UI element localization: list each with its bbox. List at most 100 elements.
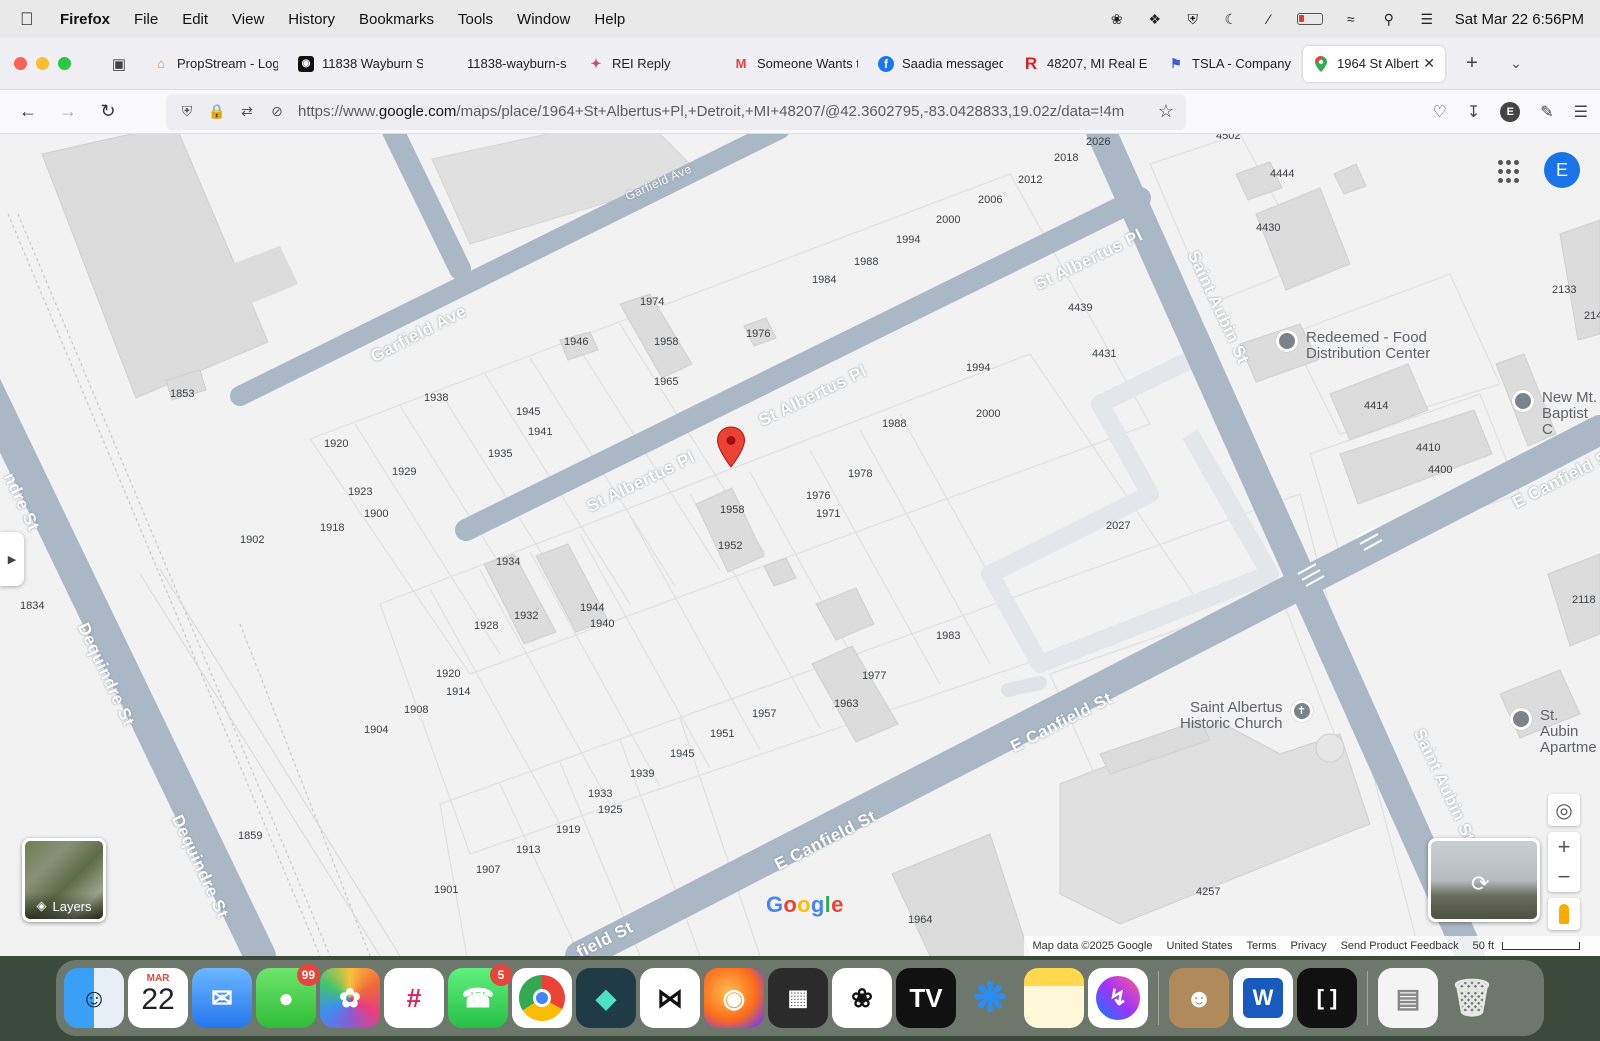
list-all-tabs-chevron-icon[interactable]: ⌄	[1501, 55, 1531, 72]
chatgpt-status-icon[interactable]: ❀	[1107, 10, 1127, 28]
poi-redeemed-food-distribution[interactable]: Redeemed - Food Distribution Center	[1276, 330, 1430, 362]
back-button[interactable]: ←	[10, 96, 46, 128]
menu-app-firefox[interactable]: Firefox	[60, 11, 110, 28]
moon-icon[interactable]: ☾	[1221, 10, 1241, 28]
permissions-icon[interactable]: ⇄	[238, 103, 256, 120]
chatgpt-icon: ❀	[851, 982, 873, 1013]
dock-chrome[interactable]	[512, 968, 572, 1028]
scale-label[interactable]: 50 ft	[1473, 940, 1494, 952]
tab-google-maps-active[interactable]: 1964 St Albert ✕	[1303, 45, 1445, 82]
account-icon[interactable]: E	[1500, 101, 1521, 122]
account-avatar[interactable]: E	[1544, 152, 1580, 188]
menu-window[interactable]: Window	[517, 11, 570, 28]
dock-slack[interactable]: #	[384, 968, 444, 1028]
extensions-icon[interactable]: ✎	[1540, 102, 1553, 122]
menu-file[interactable]: File	[134, 11, 158, 28]
close-window-button[interactable]	[14, 57, 27, 70]
tradingview-icon: TV	[909, 982, 943, 1013]
pocket-icon[interactable]: ♡	[1433, 102, 1447, 122]
apple-icon[interactable]: 	[20, 9, 42, 30]
tab-realtor[interactable]: R 48207, MI Real E	[1013, 46, 1158, 82]
google-apps-grid-icon[interactable]	[1498, 160, 1522, 184]
tab-wayburn[interactable]: ◉ 11838 Wayburn S	[288, 46, 433, 82]
tab-propstream[interactable]: ⌂ PropStream - Log	[143, 46, 288, 82]
dock-notes[interactable]	[1024, 968, 1084, 1028]
menu-help[interactable]: Help	[594, 11, 625, 28]
dropbox-status-icon[interactable]: ❖	[1145, 10, 1165, 28]
dock-mail[interactable]: ✉	[192, 968, 252, 1028]
address-number: 1920	[324, 438, 349, 450]
downloads-icon[interactable]: ↧	[1467, 102, 1480, 122]
dock-trash[interactable]: 🗑	[1442, 968, 1502, 1028]
tab-rei-reply[interactable]: ✦ REI Reply	[578, 46, 723, 82]
address-number: 4400	[1428, 464, 1453, 476]
poi-label-line: Distribution Center	[1306, 345, 1431, 362]
send-feedback-link[interactable]: Send Product Feedback	[1341, 940, 1459, 952]
country-link[interactable]: United States	[1167, 940, 1233, 952]
collapse-side-panel-button[interactable]: ▶	[0, 532, 24, 586]
control-center-icon[interactable]: ☰	[1417, 10, 1437, 28]
minimize-window-button[interactable]	[36, 57, 49, 70]
dock-calculator[interactable]: ▦	[768, 968, 828, 1028]
street-view-thumbnail[interactable]: ⟳	[1428, 838, 1540, 922]
menu-edit[interactable]: Edit	[182, 11, 208, 28]
pegman-street-view-button[interactable]	[1548, 898, 1580, 930]
dock-photos[interactable]: ✿	[320, 968, 380, 1028]
selected-location-pin-icon[interactable]	[716, 426, 746, 468]
new-tab-button[interactable]: +	[1457, 52, 1487, 75]
dock-documents-stack[interactable]: ▤	[1378, 968, 1438, 1028]
poi-st-aubin-apartments[interactable]: St. Aubin Apartme	[1510, 708, 1600, 756]
zoom-window-button[interactable]	[58, 57, 71, 70]
hamburger-menu-icon[interactable]: ☰	[1574, 102, 1588, 122]
layers-button[interactable]: ◈ Layers	[22, 838, 106, 922]
lock-icon[interactable]: 🔒	[208, 103, 226, 120]
forward-button[interactable]: →	[50, 96, 86, 128]
zoom-out-button[interactable]: −	[1548, 862, 1580, 892]
menu-bar-clock[interactable]: Sat Mar 22 6:56PM	[1455, 11, 1584, 28]
shield-status-icon[interactable]: ⛨	[1183, 10, 1203, 28]
dock-firefox[interactable]: ◉	[704, 968, 764, 1028]
terms-link[interactable]: Terms	[1247, 940, 1277, 952]
dock-word[interactable]: W	[1233, 968, 1293, 1028]
black-square-icon: ◉	[298, 55, 314, 72]
my-location-button[interactable]: ◎	[1548, 794, 1580, 826]
dock-filmora[interactable]: ◆	[576, 968, 636, 1028]
menu-tools[interactable]: Tools	[458, 11, 493, 28]
zoom-in-button[interactable]: +	[1548, 832, 1580, 862]
dock-calendar[interactable]: MAR 22	[128, 968, 188, 1028]
spotlight-search-icon[interactable]: ⚲	[1379, 10, 1399, 28]
battery-icon[interactable]	[1296, 13, 1323, 25]
dock-messages[interactable]: ● 99	[256, 964, 320, 1028]
dock-contacts[interactable]: ☻	[1169, 968, 1229, 1028]
reload-button[interactable]: ↻	[90, 96, 126, 128]
wifi-icon[interactable]: ≈	[1341, 10, 1361, 28]
dock-screenshot[interactable]: [ ]	[1297, 968, 1357, 1028]
menu-history[interactable]: History	[288, 11, 335, 28]
poi-new-mt-baptist[interactable]: New Mt. Baptist C	[1512, 390, 1600, 438]
address-number: 1963	[834, 698, 859, 710]
menu-view[interactable]: View	[232, 11, 264, 28]
poi-saint-albertus-church[interactable]: ✝ Saint Albertus Historic Church	[1180, 700, 1313, 732]
privacy-link[interactable]: Privacy	[1291, 940, 1327, 952]
dock-messenger[interactable]: ↯	[1088, 968, 1148, 1028]
bookmark-star-icon[interactable]: ☆	[1158, 101, 1174, 122]
tab-facebook[interactable]: f Saadia messaged	[868, 46, 1013, 82]
menu-bookmarks[interactable]: Bookmarks	[359, 11, 434, 28]
dock-capcut[interactable]: ⋈	[640, 968, 700, 1028]
blocked-location-icon[interactable]: ⊘	[268, 103, 286, 120]
dock-chatgpt[interactable]: ❀	[832, 968, 892, 1028]
tab-wayburn-listing[interactable]: 11838-wayburn-s	[433, 46, 578, 82]
google-map-canvas[interactable]: 2026 4502 2018 2012 2006 2000 1994 1988 …	[0, 134, 1600, 956]
url-text[interactable]: https://www.google.com/maps/place/1964+S…	[298, 103, 1150, 120]
tab-overview-icon[interactable]: ▣	[107, 53, 131, 75]
dock-perplexity[interactable]: ❋	[960, 968, 1020, 1028]
dock-tradingview[interactable]: TV	[896, 968, 956, 1028]
close-tab-icon[interactable]: ✕	[1423, 55, 1435, 72]
tab-tsla[interactable]: ⚑ TSLA - Company	[1158, 46, 1303, 82]
tracking-protection-shield-icon[interactable]: ⛨	[178, 103, 196, 120]
tab-gmail[interactable]: M Someone Wants t	[723, 46, 868, 82]
dock-finder[interactable]: ☺	[64, 968, 124, 1028]
address-bar[interactable]: ⛨ 🔒 ⇄ ⊘ https://www.google.com/maps/plac…	[166, 93, 1186, 130]
dock-whatsapp[interactable]: ☎ 5	[448, 964, 512, 1028]
bluetooth-icon[interactable]: ∕	[1259, 10, 1279, 28]
